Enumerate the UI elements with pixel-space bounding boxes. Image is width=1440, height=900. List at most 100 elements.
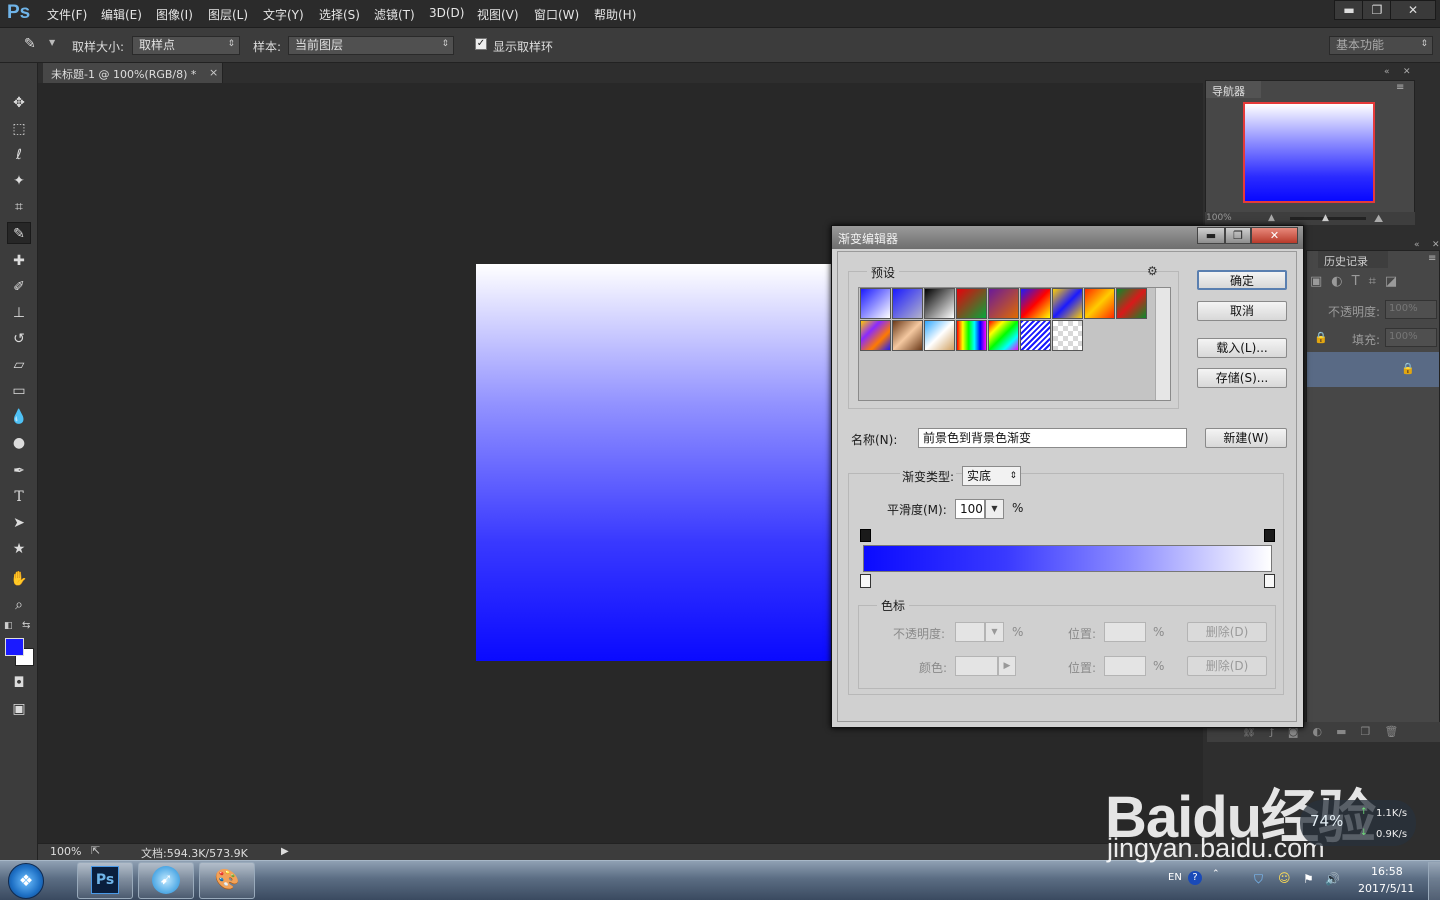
start-button[interactable]: ❖ — [8, 863, 44, 899]
healing-brush-tool-icon[interactable]: ✚ — [7, 250, 31, 272]
gradient-tool-icon[interactable]: ▭ — [7, 380, 31, 402]
menu-type[interactable]: 文字(Y) — [263, 6, 304, 23]
preset-swatch[interactable] — [860, 320, 891, 351]
zoom-level[interactable]: 100% — [50, 845, 81, 858]
fill-field[interactable]: 100% — [1385, 328, 1437, 347]
export-icon[interactable]: ⇱ — [91, 844, 100, 857]
preset-swatch[interactable] — [1020, 288, 1051, 319]
shield-icon[interactable]: ⛉ — [1254, 872, 1263, 887]
preset-swatch[interactable] — [988, 320, 1019, 351]
layer-row[interactable] — [1307, 352, 1439, 387]
quick-mask-icon[interactable]: ◘ — [7, 672, 31, 694]
stop-opacity-input[interactable] — [955, 622, 985, 642]
swap-colors-icon[interactable]: ⇆ — [22, 620, 30, 631]
brush-tool-icon[interactable]: ✐ — [7, 276, 31, 298]
path-selection-tool-icon[interactable]: ➤ — [7, 512, 31, 534]
default-colors-icon[interactable]: ◧ — [4, 621, 13, 631]
marquee-tool-icon[interactable]: ⬚ — [7, 118, 31, 140]
chevron-down-icon[interactable]: ▼ — [49, 38, 55, 47]
minimize-button[interactable]: ▬ — [1334, 0, 1364, 20]
preset-swatch[interactable] — [924, 288, 955, 319]
magic-wand-tool-icon[interactable]: ✦ — [7, 170, 31, 192]
load-button[interactable]: 载入(L)... — [1197, 338, 1287, 358]
menu-3d[interactable]: 3D(D) — [429, 6, 464, 20]
preset-swatch[interactable] — [956, 288, 987, 319]
help-icon[interactable]: ? — [1188, 871, 1202, 885]
new-gradient-button[interactable]: 新建(W) — [1205, 428, 1287, 448]
navigator-tab[interactable]: 导航器 — [1206, 81, 1261, 98]
eyedropper-icon[interactable]: ✎ — [24, 36, 36, 52]
menu-filter[interactable]: 滤镜(T) — [374, 6, 415, 23]
show-desktop-button[interactable] — [1428, 862, 1440, 900]
slider-handle-icon[interactable]: ▲ — [1322, 213, 1329, 223]
history-tab[interactable]: 历史记录 — [1318, 251, 1388, 268]
close-panel-icon[interactable]: ✕ — [1432, 240, 1440, 250]
collapse-panel-icon[interactable]: « — [1414, 240, 1420, 250]
delete-opacity-stop-button[interactable]: 删除(D) — [1187, 622, 1267, 642]
preset-swatch[interactable] — [988, 288, 1019, 319]
stop-opacity-dropdown-icon[interactable]: ▼ — [985, 622, 1004, 642]
gear-icon[interactable]: ⚙ — [1147, 264, 1158, 278]
clock-time[interactable]: 16:58 — [1371, 865, 1403, 878]
preset-swatch[interactable] — [1116, 288, 1147, 319]
move-tool-icon[interactable]: ✥ — [7, 92, 31, 114]
presets-scrollbar[interactable] — [1155, 288, 1170, 400]
status-menu-arrow-icon[interactable]: ▶ — [281, 846, 289, 857]
preset-swatch[interactable] — [860, 288, 891, 319]
preset-swatch[interactable] — [924, 320, 955, 351]
panel-menu-icon[interactable]: ≡ — [1396, 82, 1404, 93]
sample-size-select[interactable]: 取样点 ⇕ — [132, 36, 240, 55]
eraser-tool-icon[interactable]: ▱ — [7, 354, 31, 376]
name-input[interactable]: 前景色到背景色渐变 — [918, 428, 1187, 448]
preset-swatch[interactable] — [1084, 288, 1115, 319]
close-panel-icon[interactable]: ✕ — [1403, 67, 1411, 77]
navigator-zoom-value[interactable]: 100% — [1206, 213, 1232, 223]
opacity-stop-right[interactable] — [1264, 529, 1275, 542]
lock-icon[interactable]: 🔒 — [1314, 331, 1328, 344]
preset-swatch[interactable] — [892, 288, 923, 319]
qq-icon[interactable]: ☺ — [1278, 871, 1291, 885]
history-brush-tool-icon[interactable]: ↺ — [7, 328, 31, 350]
preset-swatch[interactable] — [1020, 320, 1051, 351]
dodge-tool-icon[interactable]: ● — [7, 432, 31, 454]
preset-swatch[interactable] — [1052, 320, 1083, 351]
stamp-tool-icon[interactable]: ⊥ — [7, 302, 31, 324]
save-button[interactable]: 存储(S)... — [1197, 368, 1287, 388]
menu-edit[interactable]: 编辑(E) — [101, 6, 142, 23]
menu-file[interactable]: 文件(F) — [47, 6, 87, 23]
document-canvas[interactable] — [476, 264, 836, 661]
menu-layer[interactable]: 图层(L) — [208, 6, 248, 23]
preset-swatch[interactable] — [892, 320, 923, 351]
eyedropper-tool-icon[interactable]: ✎ — [7, 222, 31, 244]
dialog-minimize-button[interactable]: ▬ — [1197, 227, 1225, 244]
zoom-out-icon[interactable]: ▲ — [1268, 213, 1275, 223]
stop-color-swatch[interactable] — [955, 656, 998, 676]
smoothness-dropdown-icon[interactable]: ▼ — [985, 499, 1004, 519]
opacity-field[interactable]: 100% — [1385, 300, 1437, 319]
zoom-tool-icon[interactable]: ⌕ — [7, 594, 31, 616]
menu-image[interactable]: 图像(I) — [156, 6, 193, 23]
layer-filter-icons[interactable]: ▣◐T⌗◪ — [1310, 274, 1406, 289]
dialog-close-button[interactable]: ✕ — [1251, 227, 1298, 244]
cancel-button[interactable]: 取消 — [1197, 301, 1287, 321]
flag-icon[interactable]: ⚑ — [1303, 872, 1314, 886]
menu-help[interactable]: 帮助(H) — [594, 6, 636, 23]
hand-tool-icon[interactable]: ✋ — [7, 568, 31, 590]
clock-date[interactable]: 2017/5/11 — [1358, 882, 1414, 895]
collapse-panel-icon[interactable]: « — [1384, 67, 1390, 77]
opacity-stop-left[interactable] — [860, 529, 871, 542]
stop-opacity-location-input[interactable] — [1104, 622, 1146, 642]
color-stop-right[interactable] — [1264, 574, 1275, 588]
menu-view[interactable]: 视图(V) — [477, 6, 519, 23]
gradient-preview-bar[interactable] — [863, 545, 1272, 572]
dialog-restore-button[interactable]: ❐ — [1225, 227, 1251, 244]
preset-swatch[interactable] — [956, 320, 987, 351]
document-tab-close-icon[interactable]: × — [209, 66, 218, 79]
preset-swatch[interactable] — [1052, 288, 1083, 319]
stop-color-location-input[interactable] — [1104, 656, 1146, 676]
pen-tool-icon[interactable]: ✒ — [7, 460, 31, 482]
screen-mode-icon[interactable]: ▣ — [7, 698, 31, 720]
smoothness-input[interactable]: 100 — [955, 499, 985, 519]
shape-tool-icon[interactable]: ★ — [7, 538, 31, 560]
menu-window[interactable]: 窗口(W) — [534, 6, 579, 23]
